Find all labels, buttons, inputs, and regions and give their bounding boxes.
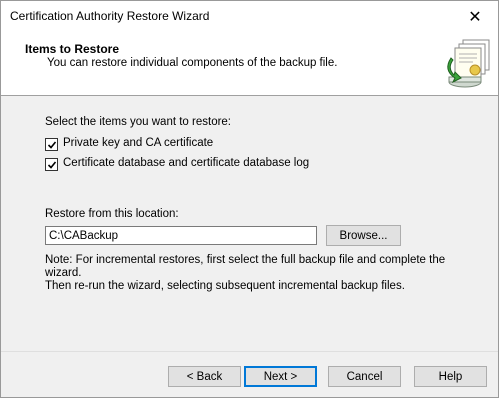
footer-divider [1,351,498,352]
wizard-header: Items to Restore You can restore individ… [1,32,498,96]
location-input[interactable] [45,226,317,245]
checkmark-icon [47,160,56,169]
window-title: Certification Authority Restore Wizard [10,9,210,23]
incremental-note: Note: For incremental restores, first se… [45,254,465,293]
checkbox-private-key[interactable] [45,138,58,151]
close-button[interactable]: ✕ [452,1,498,32]
cancel-button[interactable]: Cancel [328,366,401,387]
option-label-certificate-database[interactable]: Certificate database and certificate dat… [63,157,309,169]
page-title: Items to Restore [25,42,120,56]
checkmark-icon [47,140,56,149]
checkbox-certificate-database[interactable] [45,158,58,171]
title-bar: Certification Authority Restore Wizard ✕ [1,1,498,32]
wizard-content: Select the items you want to restore: Pr… [1,96,498,346]
note-line-1: Note: For incremental restores, first se… [45,254,446,279]
note-line-2: Then re-run the wizard, selecting subseq… [45,280,405,292]
option-label-private-key[interactable]: Private key and CA certificate [63,137,213,149]
wizard-window: Certification Authority Restore Wizard ✕… [0,0,499,398]
back-button[interactable]: < Back [168,366,241,387]
browse-button[interactable]: Browse... [326,225,401,246]
close-icon: ✕ [468,8,482,26]
page-subtitle: You can restore individual components of… [47,57,338,69]
location-label: Restore from this location: [45,208,179,220]
next-button[interactable]: Next > [244,366,317,387]
items-prompt: Select the items you want to restore: [45,116,232,128]
help-button[interactable]: Help [414,366,487,387]
certificate-restore-icon [447,39,490,88]
